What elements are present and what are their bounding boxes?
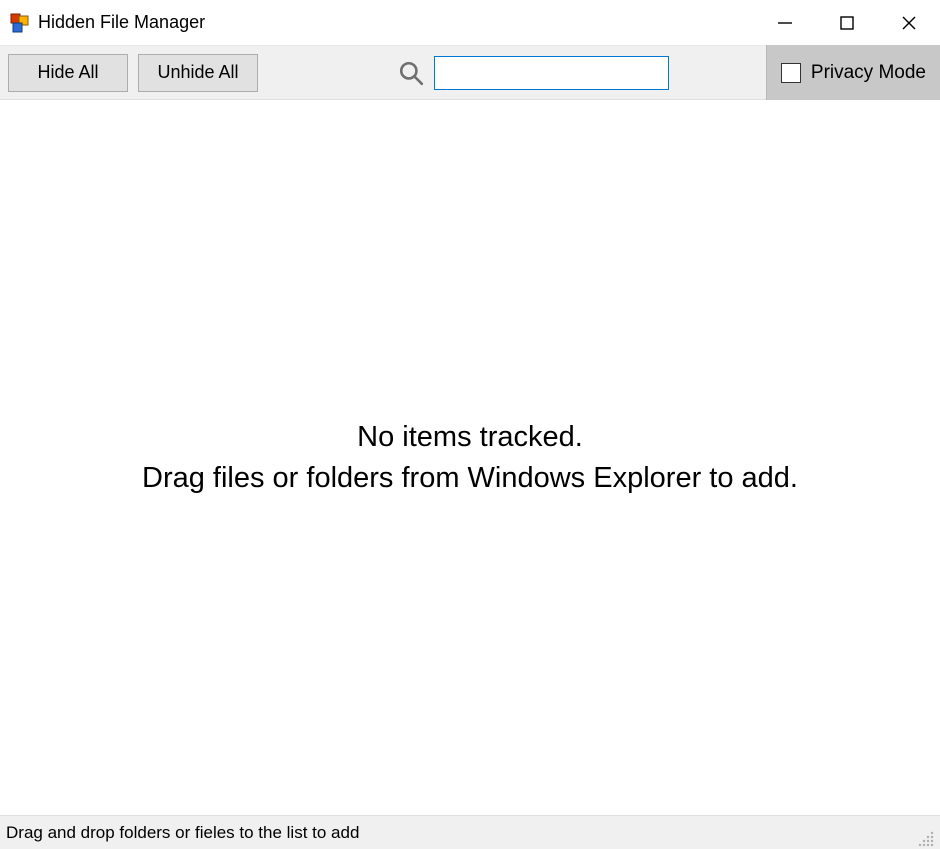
resize-grip-icon[interactable] <box>916 829 934 847</box>
privacy-mode-label: Privacy Mode <box>811 62 926 84</box>
minimize-button[interactable] <box>754 0 816 45</box>
privacy-mode-toggle[interactable]: Privacy Mode <box>766 45 940 100</box>
unhide-all-button[interactable]: Unhide All <box>138 54 258 92</box>
app-icon <box>10 13 30 33</box>
minimize-icon <box>777 15 793 31</box>
privacy-mode-checkbox[interactable] <box>781 63 801 83</box>
status-text: Drag and drop folders or fieles to the l… <box>6 823 916 843</box>
empty-state-line1: No items tracked. <box>357 417 583 458</box>
search-icon <box>398 60 424 86</box>
maximize-button[interactable] <box>816 0 878 45</box>
drop-zone[interactable]: No items tracked. Drag files or folders … <box>0 100 940 815</box>
close-button[interactable] <box>878 0 940 45</box>
window-title: Hidden File Manager <box>38 12 754 33</box>
search-input[interactable] <box>434 56 669 90</box>
status-bar: Drag and drop folders or fieles to the l… <box>0 815 940 849</box>
toolbar: Hide All Unhide All Privacy Mode <box>0 45 940 100</box>
window-controls <box>754 0 940 45</box>
empty-state-line2: Drag files or folders from Windows Explo… <box>142 458 798 499</box>
close-icon <box>901 15 917 31</box>
titlebar: Hidden File Manager <box>0 0 940 45</box>
maximize-icon <box>839 15 855 31</box>
app-window: Hidden File Manager Hide All Unh <box>0 0 940 849</box>
hide-all-button[interactable]: Hide All <box>8 54 128 92</box>
